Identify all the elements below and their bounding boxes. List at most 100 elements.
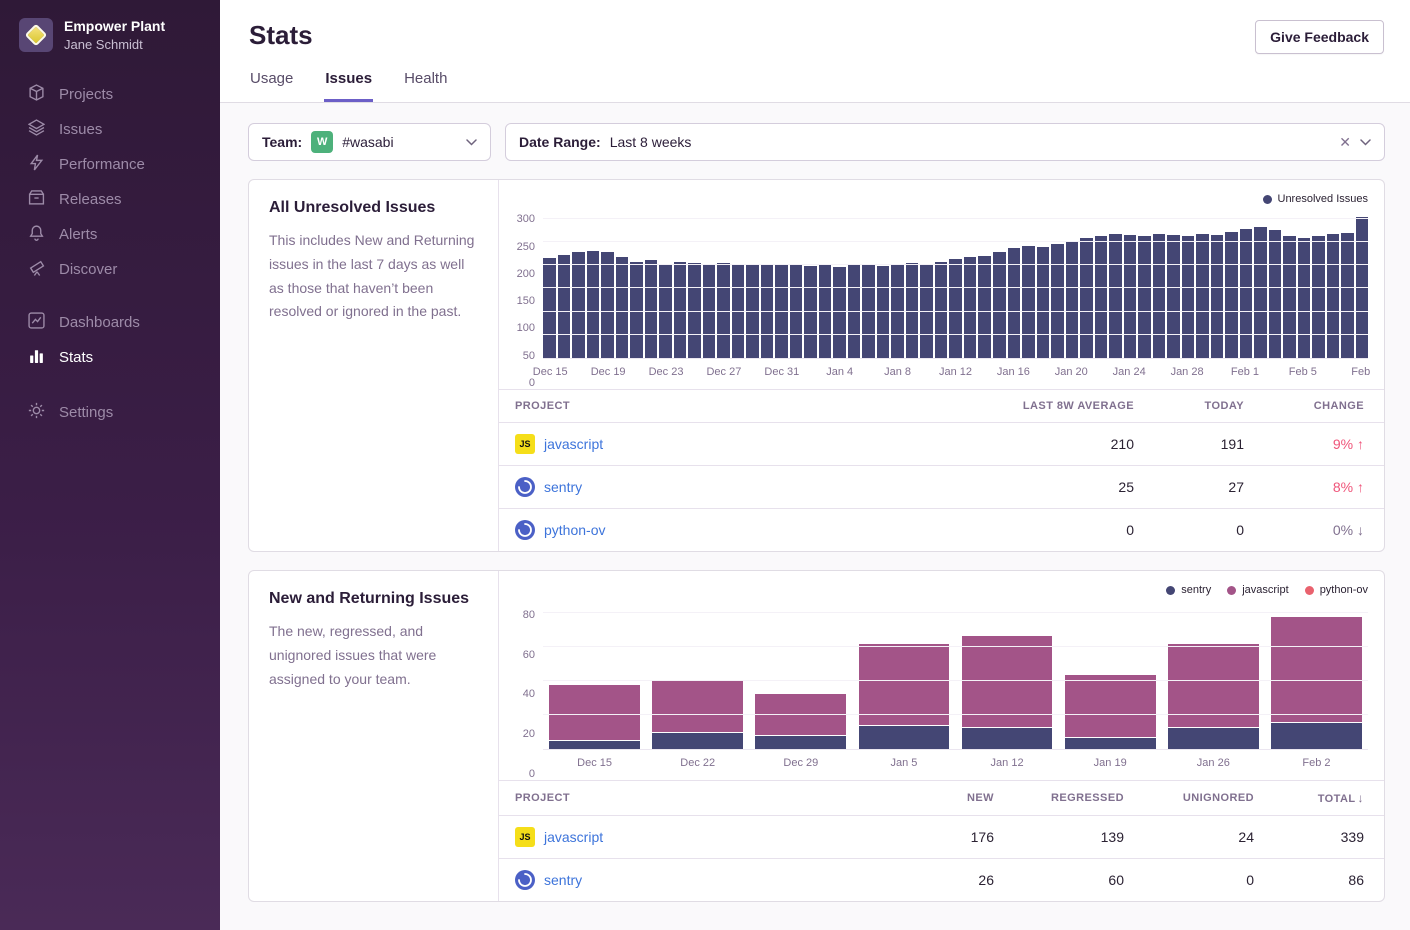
unresolved-bar bbox=[1095, 236, 1108, 358]
unresolved-bar bbox=[587, 251, 600, 358]
project-link[interactable]: python-ov bbox=[544, 522, 605, 538]
bar-chart-icon bbox=[28, 347, 45, 368]
project-cell: JS javascript bbox=[499, 816, 904, 859]
column-header-change: Change bbox=[1264, 390, 1384, 423]
table-row: sentry25278% ↑ bbox=[499, 466, 1384, 509]
unresolved-bar bbox=[1269, 230, 1282, 358]
sidebar-item-releases[interactable]: Releases bbox=[0, 182, 220, 217]
bar-segment-sentry bbox=[1167, 727, 1260, 749]
panel-title: All Unresolved Issues bbox=[269, 199, 478, 217]
unresolved-bar bbox=[833, 267, 846, 359]
tab-issues[interactable]: Issues bbox=[324, 70, 373, 102]
new-returning-projects-table: Project New Regressed Unignored Total↓ J… bbox=[499, 780, 1384, 901]
unresolved-bar bbox=[558, 255, 571, 358]
unresolved-bar bbox=[1022, 246, 1035, 358]
legend-dot-icon bbox=[1305, 586, 1314, 595]
give-feedback-button[interactable]: Give Feedback bbox=[1255, 20, 1384, 54]
unresolved-bar bbox=[1167, 235, 1180, 358]
sidebar-item-alerts[interactable]: Alerts bbox=[0, 217, 220, 252]
unresolved-bar bbox=[1240, 229, 1253, 358]
sidebar-item-stats[interactable]: Stats bbox=[0, 340, 220, 375]
today-value: 0 bbox=[1154, 509, 1264, 552]
column-header-total-sort[interactable]: Total↓ bbox=[1274, 781, 1384, 816]
sidebar-item-discover[interactable]: Discover bbox=[0, 252, 220, 287]
clear-icon[interactable]: ✕ bbox=[1339, 135, 1351, 149]
legend-item-unresolved-issues[interactable]: Unresolved Issues bbox=[1263, 192, 1369, 206]
x-tick-label: Jan 8 bbox=[884, 366, 911, 378]
x-tick-label: Jan 26 bbox=[1197, 757, 1230, 769]
panel-unresolved-issues: All Unresolved Issues This includes New … bbox=[248, 179, 1385, 552]
unresolved-bar bbox=[1196, 234, 1209, 358]
unresolved-bar bbox=[1211, 235, 1224, 358]
y-tick-label: 80 bbox=[523, 609, 535, 621]
x-tick-label: Dec 15 bbox=[577, 757, 612, 769]
sidebar-item-dashboards[interactable]: Dashboards bbox=[0, 305, 220, 340]
y-tick-label: 20 bbox=[523, 728, 535, 740]
team-selector[interactable]: Team: W #wasabi bbox=[248, 123, 491, 161]
sentry-platform-icon bbox=[515, 477, 535, 497]
y-axis: 050100150200250300 bbox=[507, 214, 543, 383]
column-header-new: New bbox=[904, 781, 1014, 816]
x-tick-label: Dec 22 bbox=[680, 757, 715, 769]
unresolved-bar bbox=[949, 259, 962, 358]
project-cell: python-ov bbox=[499, 509, 934, 552]
x-tick-label: Feb 1 bbox=[1231, 366, 1259, 378]
project-link[interactable]: sentry bbox=[544, 872, 582, 888]
sidebar-item-projects[interactable]: Projects bbox=[0, 77, 220, 112]
team-filter-label: Team: bbox=[262, 134, 302, 150]
x-tick-label: Dec 31 bbox=[764, 366, 799, 378]
x-tick-label: Feb 5 bbox=[1289, 366, 1317, 378]
tab-health[interactable]: Health bbox=[403, 70, 448, 102]
date-range-selector[interactable]: Date Range: Last 8 weeks ✕ bbox=[505, 123, 1385, 161]
legend-item-python-ov[interactable]: python-ov bbox=[1305, 583, 1368, 597]
stacked-bar bbox=[749, 605, 852, 749]
project-link[interactable]: javascript bbox=[544, 436, 603, 452]
column-header-regressed: Regressed bbox=[1014, 781, 1144, 816]
regressed-value: 60 bbox=[1014, 859, 1144, 902]
javascript-platform-icon: JS bbox=[515, 827, 535, 847]
today-value: 27 bbox=[1154, 466, 1264, 509]
sidebar-item-label: Settings bbox=[59, 404, 113, 421]
sidebar-item-settings[interactable]: Settings bbox=[0, 395, 220, 430]
sidebar-item-performance[interactable]: Performance bbox=[0, 147, 220, 182]
sidebar-item-issues[interactable]: Issues bbox=[0, 112, 220, 147]
bar-series bbox=[543, 214, 1368, 358]
legend-item-sentry[interactable]: sentry bbox=[1166, 583, 1211, 597]
org-switcher[interactable]: Empower Plant Jane Schmidt bbox=[0, 0, 220, 77]
sidebar-item-label: Stats bbox=[59, 349, 93, 366]
unresolved-bar bbox=[1254, 227, 1267, 358]
regressed-value: 139 bbox=[1014, 816, 1144, 859]
unresolved-bar bbox=[1138, 236, 1151, 358]
table-row: JSjavascript17613924339 bbox=[499, 816, 1384, 859]
unresolved-bar bbox=[804, 266, 817, 358]
table-row: JSjavascript2101919% ↑ bbox=[499, 423, 1384, 466]
x-tick-label: Jan 19 bbox=[1094, 757, 1127, 769]
arrow-up-icon: ↑ bbox=[1357, 479, 1364, 495]
unignored-value: 0 bbox=[1144, 859, 1274, 902]
unresolved-bar bbox=[1051, 244, 1064, 358]
projects-icon bbox=[28, 84, 45, 105]
unresolved-bar bbox=[1066, 241, 1079, 358]
x-tick-label: Jan 12 bbox=[939, 366, 972, 378]
average-value: 25 bbox=[934, 466, 1154, 509]
legend-item-javascript[interactable]: javascript bbox=[1227, 583, 1288, 597]
stacked-bar bbox=[646, 605, 749, 749]
column-header-project: Project bbox=[499, 781, 904, 816]
panel-title: New and Returning Issues bbox=[269, 590, 478, 608]
x-tick-label: Jan 28 bbox=[1171, 366, 1204, 378]
legend-dot-icon bbox=[1166, 586, 1175, 595]
sidebar-item-label: Issues bbox=[59, 121, 102, 138]
panel-description: The new, regressed, and unignored issues… bbox=[269, 620, 478, 691]
unresolved-issues-chart: Unresolved Issues 050100150200250300 Dec… bbox=[499, 180, 1384, 383]
stacked-bar bbox=[1162, 605, 1265, 749]
main-area: Stats Give Feedback Usage Issues Health … bbox=[220, 0, 1410, 930]
x-tick-label: Jan 24 bbox=[1113, 366, 1146, 378]
stacked-bar bbox=[1265, 605, 1368, 749]
project-link[interactable]: sentry bbox=[544, 479, 582, 495]
tab-usage[interactable]: Usage bbox=[249, 70, 294, 102]
x-tick-label: Dec 29 bbox=[783, 757, 818, 769]
y-tick-label: 150 bbox=[517, 295, 535, 307]
project-link[interactable]: javascript bbox=[544, 829, 603, 845]
column-header-average: Last 8w Average bbox=[934, 390, 1154, 423]
x-tick-label: Dec 19 bbox=[591, 366, 626, 378]
